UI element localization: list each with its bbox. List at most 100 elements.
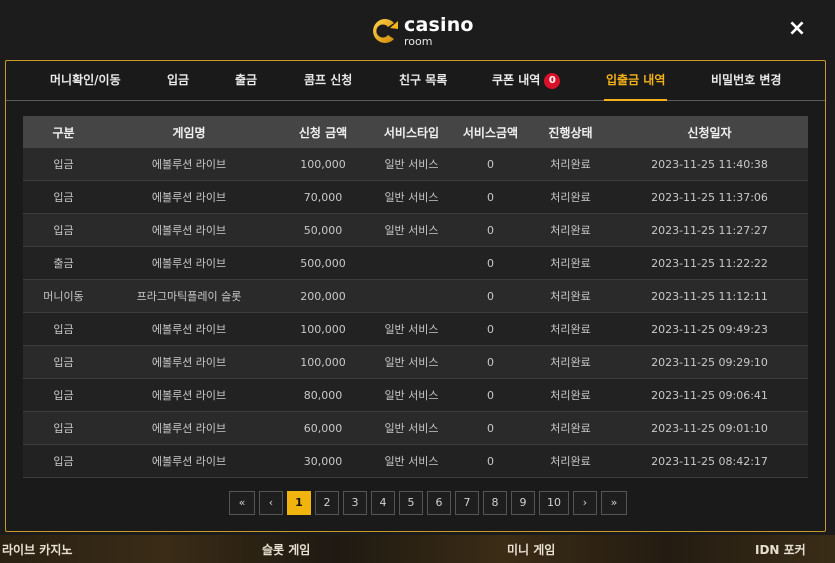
column-header: 서비스타입 [372,116,451,148]
table-cell: 일반 서비스 [372,148,451,181]
column-header: 서비스금액 [451,116,530,148]
background-category-label: 라이브 카지노 [2,543,73,557]
page-button-8[interactable]: 8 [483,491,507,515]
column-header: 게임명 [104,116,274,148]
page-button-2[interactable]: 2 [315,491,339,515]
prev-page-button[interactable]: ‹ [259,491,283,515]
table-cell: 0 [451,148,530,181]
table-cell: 출금 [23,246,104,280]
table-cell: 처리완료 [530,312,611,346]
first-page-button[interactable]: « [229,491,255,515]
table-cell [372,279,451,313]
table-cell: 처리완료 [530,279,611,313]
table-row: 입금 에볼루션 라이브 50,000 일반 서비스 0 처리완료 2023-11-25 11… [23,213,808,247]
tab-6[interactable]: 입출금 내역 [603,61,668,101]
tab-4[interactable]: 친구 목록 [399,61,447,100]
table-cell: 2023-11-25 11:40:38 [611,148,808,181]
column-header: 진행상태 [530,116,611,148]
column-header: 신청 금액 [274,116,372,148]
tab-label: 친구 목록 [399,73,448,87]
table-cell: 일반 서비스 [372,444,451,478]
tab-label: 비밀번호 변경 [711,73,782,87]
modal-header: casino room × [0,0,835,60]
table-cell: 에볼루션 라이브 [104,246,274,280]
tab-7[interactable]: 비밀번호 변경 [711,61,781,100]
tab-label: 머니확인/이동 [50,73,121,87]
tab-5[interactable]: 쿠폰 내역 0 [492,61,561,100]
table-cell: 처리완료 [530,345,611,379]
table-cell: 0 [451,444,530,478]
tab-label: 입금 [167,73,190,87]
table-cell: 2023-11-25 11:37:06 [611,180,808,214]
table-row: 출금 에볼루션 라이브 500,000 0 처리완료 2023-11-25 11:22:2… [23,246,808,280]
table-cell: 에볼루션 라이브 [104,345,274,379]
tab-bar: 머니확인/이동 입금 출금 콤프 신청 친구 목록 쿠폰 내역 0 입출금 내역 비밀번호 변경 [6,61,825,101]
tab-0[interactable]: 머니확인/이동 [50,61,121,100]
table-cell: 0 [451,411,530,445]
table-cell [372,246,451,280]
table-cell: 에볼루션 라이브 [104,378,274,412]
table-cell: 0 [451,180,530,214]
table-cell: 200,000 [274,279,372,313]
table-cell: 에볼루션 라이브 [104,180,274,214]
table-row: 입금 에볼루션 라이브 30,000 일반 서비스 0 처리완료 2023-11-25 08… [23,444,808,478]
page-button-10[interactable]: 10 [539,491,569,515]
table-cell: 일반 서비스 [372,213,451,247]
page-button-9[interactable]: 9 [511,491,535,515]
tab-label: 쿠폰 내역 [492,73,541,87]
last-page-button[interactable]: » [601,491,627,515]
table-cell: 처리완료 [530,148,611,181]
table-cell: 0 [451,213,530,247]
table-row: 입금 에볼루션 라이브 70,000 일반 서비스 0 처리완료 2023-11-25 11… [23,180,808,214]
page-button-4[interactable]: 4 [371,491,395,515]
table-cell: 에볼루션 라이브 [104,148,274,181]
tab-2[interactable]: 출금 [235,61,257,100]
table-cell: 처리완료 [530,378,611,412]
table-cell: 70,000 [274,180,372,214]
table-cell: 처리완료 [530,180,611,214]
casino-logo-icon [373,19,398,43]
table-cell: 0 [451,312,530,346]
table-cell: 2023-11-25 09:06:41 [611,378,808,412]
page-button-5[interactable]: 5 [399,491,423,515]
table-cell: 2023-11-25 11:12:11 [611,279,808,313]
page-button-6[interactable]: 6 [427,491,451,515]
close-icon[interactable]: × [786,18,808,40]
table-cell: 500,000 [274,246,372,280]
table-cell: 2023-11-25 09:01:10 [611,411,808,445]
table-cell: 에볼루션 라이브 [104,444,274,478]
tab-3[interactable]: 콤프 신청 [304,61,352,100]
background-category-label: IDN 포커 [755,543,806,557]
table-cell: 0 [451,246,530,280]
page-button-3[interactable]: 3 [343,491,367,515]
table-cell: 입금 [23,378,104,412]
table-row: 입금 에볼루션 라이브 100,000 일반 서비스 0 처리완료 2023-11-25 0… [23,312,808,346]
table-cell: 일반 서비스 [372,312,451,346]
table-cell: 에볼루션 라이브 [104,411,274,445]
table-cell: 입금 [23,213,104,247]
table-cell: 프라그마틱플레이 슬롯 [104,279,274,313]
table-cell: 2023-11-25 11:27:27 [611,213,808,247]
background-category-label: 미니 게임 [507,543,556,557]
next-page-button[interactable]: › [573,491,597,515]
page-button-1[interactable]: 1 [287,491,311,515]
background-category-label: 슬롯 게임 [262,543,311,557]
table-cell: 일반 서비스 [372,345,451,379]
pagination: «‹ 1 2 3 4 5 6 7 8 9 10 ›» [229,491,631,515]
content-panel: 머니확인/이동 입금 출금 콤프 신청 친구 목록 쿠폰 내역 0 입출금 내역 비밀번호 변경… [5,60,826,532]
table-cell: 입금 [23,444,104,478]
table-cell: 에볼루션 라이브 [104,213,274,247]
table-row: 입금 에볼루션 라이브 100,000 일반 서비스 0 처리완료 2023-11-25 1… [23,148,808,181]
table-cell: 80,000 [274,378,372,412]
table-cell: 2023-11-25 09:49:23 [611,312,808,346]
tab-1[interactable]: 입금 [167,61,189,100]
table-cell: 100,000 [274,345,372,379]
table-cell: 2023-11-25 09:29:10 [611,345,808,379]
coupon-count-badge: 0 [544,73,561,89]
table-row: 입금 에볼루션 라이브 100,000 일반 서비스 0 처리완료 2023-11-25 0… [23,345,808,379]
table-cell: 처리완료 [530,411,611,445]
page-button-7[interactable]: 7 [455,491,479,515]
transaction-history-modal: casino room × 머니확인/이동 입금 출금 콤프 신청 친구 목록 쿠폰 내역… [0,0,835,535]
table-cell: 100,000 [274,312,372,346]
table-cell: 일반 서비스 [372,378,451,412]
